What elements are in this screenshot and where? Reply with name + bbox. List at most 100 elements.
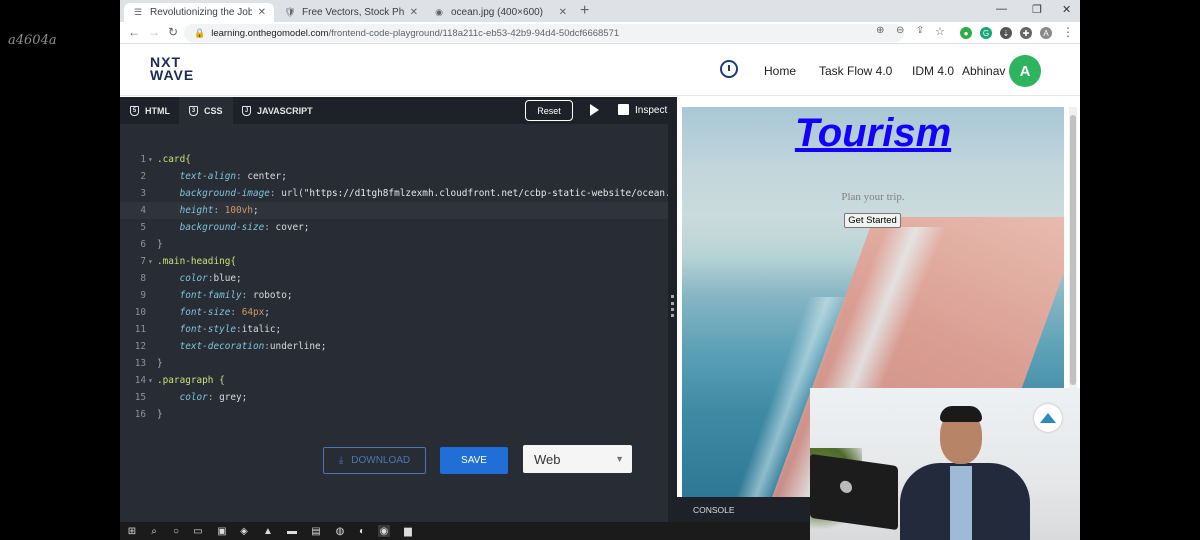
nav-idm[interactable]: IDM 4.0 [912, 64, 954, 78]
line-number: 6 [140, 239, 146, 250]
code-line[interactable]: 10 font-size: 64px; [120, 304, 668, 321]
tab-html[interactable]: 5 HTML [120, 97, 180, 124]
user-avatar[interactable]: A [1009, 55, 1041, 87]
save-button[interactable]: SAVE [440, 447, 508, 474]
add-icon[interactable]: ⊕ [876, 25, 884, 36]
file-explorer-icon[interactable]: ▆ [402, 525, 414, 537]
task-view-icon[interactable]: ▭ [192, 525, 204, 537]
zoom-icon[interactable]: ⊖ [896, 25, 904, 36]
line-number: 5 [140, 222, 146, 233]
notepad-icon[interactable]: ▤ [310, 525, 322, 537]
store-icon[interactable]: ▣ [216, 525, 228, 537]
code-line[interactable]: 11 font-style:italic; [120, 321, 668, 338]
code-line[interactable]: 12 text-decoration:underline; [120, 338, 668, 355]
line-number: 13 [134, 358, 146, 369]
browser-tab-2[interactable]: 🛡 Free Vectors, Stock Photos & PSD ✕ [276, 3, 426, 22]
forward-arrow-icon[interactable]: → [148, 25, 160, 39]
channel-badge-icon [1034, 404, 1062, 432]
line-number: 1 [140, 154, 146, 165]
tab-css-label: CSS [204, 105, 223, 116]
code-text: .card{ [157, 154, 191, 165]
share-icon[interactable]: ⇪ [916, 25, 924, 36]
stopwatch-icon[interactable] [720, 60, 738, 78]
extension-download-icon[interactable]: ⇣ [1000, 27, 1012, 39]
windows-start-icon[interactable]: ⊞ [126, 525, 138, 537]
code-line[interactable]: 8 color:blue; [120, 270, 668, 287]
fold-arrow-icon[interactable]: ▾ [148, 253, 153, 270]
address-bar[interactable]: 🔒 learning.onthegomodel.com /frontend-co… [184, 24, 904, 42]
code-line[interactable]: 15 color: grey; [120, 389, 668, 406]
tab-css[interactable]: 3 CSS [179, 97, 233, 124]
nxtwave-logo[interactable]: NXT WAVE [150, 55, 202, 86]
code-text: height: 100vh; [179, 205, 259, 216]
reset-button[interactable]: Reset [525, 100, 573, 121]
code-line[interactable]: 2 text-align: center; [120, 168, 668, 185]
search-icon[interactable]: ⌕ [148, 525, 160, 537]
3d-viewer-icon[interactable]: ◈ [238, 525, 250, 537]
window-close-icon[interactable]: ✕ [1062, 3, 1071, 16]
line-number: 2 [140, 171, 146, 182]
back-arrow-icon[interactable]: ← [128, 25, 140, 39]
profile-avatar[interactable]: A [1040, 27, 1052, 39]
close-icon[interactable]: ✕ [559, 7, 567, 18]
download-button[interactable]: ⤓ DOWNLOAD [323, 447, 426, 474]
code-line[interactable]: 13} [120, 355, 668, 372]
browser-menu-icon[interactable]: ⋮ [1062, 25, 1074, 39]
terminal-icon[interactable]: ▬ [286, 525, 298, 537]
browser-tab-3[interactable]: ◉ ocean.jpg (400×600) ✕ [425, 3, 575, 22]
chrome-dev-icon[interactable]: ◍ [334, 525, 346, 537]
tab-javascript[interactable]: J JAVASCRIPT [232, 97, 323, 124]
extension-green-icon[interactable]: ● [960, 27, 972, 39]
scroll-thumb[interactable] [1070, 115, 1076, 385]
extensions-puzzle-icon[interactable]: ✚ [1020, 27, 1032, 39]
console-tab[interactable]: CONSOLE [693, 505, 735, 515]
fold-arrow-icon[interactable]: ▾ [148, 372, 153, 389]
panel-splitter[interactable] [668, 97, 677, 540]
code-line[interactable]: 14 ▾ .paragraph { [120, 372, 668, 389]
drag-handle-icon[interactable] [671, 295, 674, 317]
browser-tab-1[interactable]: ☰ Revolutionizing the Job Market | ✕ [124, 3, 274, 22]
code-line[interactable]: 6} [120, 236, 668, 253]
cortana-icon[interactable]: ○ [170, 525, 182, 537]
get-started-button[interactable]: Get Started [844, 213, 901, 228]
code-text: color:blue; [179, 273, 242, 284]
run-play-icon[interactable] [590, 104, 599, 116]
close-icon[interactable]: ✕ [258, 7, 266, 18]
code-line[interactable]: 3 background-image: url("https://d1tgh8f… [120, 185, 704, 202]
code-text: } [157, 239, 163, 250]
code-line[interactable]: 16} [120, 406, 668, 423]
reload-icon[interactable]: ↻ [168, 25, 178, 39]
address-row: ← → ↻ 🔒 learning.onthegomodel.com /front… [120, 22, 1080, 44]
close-icon[interactable]: ✕ [410, 7, 418, 18]
code-line[interactable]: 5 background-size: cover; [120, 219, 668, 236]
code-line[interactable]: 7 ▾ .main-heading{ [120, 253, 668, 270]
new-tab-button[interactable]: + [580, 2, 589, 20]
chevron-down-icon: ▼ [615, 454, 624, 464]
code-area[interactable]: 1 ▾ .card{2 text-align: center; 3 backgroun… [120, 151, 705, 423]
code-line[interactable]: 4 height: 100vh; [120, 202, 668, 219]
html5-icon: 5 [130, 105, 139, 116]
code-line[interactable]: 1 ▾ .card{ [120, 151, 668, 168]
bookmark-star-icon[interactable]: ☆ [935, 25, 945, 38]
inspect-checkbox[interactable] [618, 104, 629, 115]
code-line[interactable]: 9 font-family: roboto; [120, 287, 668, 304]
fold-arrow-icon[interactable]: ▾ [148, 151, 153, 168]
nav-home[interactable]: Home [764, 64, 796, 78]
user-name[interactable]: Abhinav [962, 64, 1005, 78]
nav-task-flow[interactable]: Task Flow 4.0 [819, 64, 892, 78]
maximize-icon[interactable]: ❐ [1032, 3, 1042, 16]
code-text: .main-heading{ [157, 256, 237, 267]
chrome-icon[interactable]: ◉ [378, 525, 390, 537]
minimize-icon[interactable]: — [996, 3, 1007, 15]
app-icon[interactable]: ▲ [262, 525, 274, 537]
code-text: font-family: roboto; [179, 290, 293, 301]
line-number: 8 [140, 273, 146, 284]
tab-title: Revolutionizing the Job Market | [150, 7, 252, 18]
css3-icon: 3 [189, 105, 198, 116]
grammarly-icon[interactable]: G [980, 27, 992, 39]
device-select[interactable]: Web ▼ [523, 445, 632, 473]
firefox-icon[interactable]: ◐ [356, 525, 368, 537]
device-select-value: Web [534, 451, 561, 467]
preview-main-heading: Tourism [794, 111, 952, 155]
code-editor-panel: 5 HTML 3 CSS J JAVASCRIPT Reset Inspect … [120, 97, 705, 540]
